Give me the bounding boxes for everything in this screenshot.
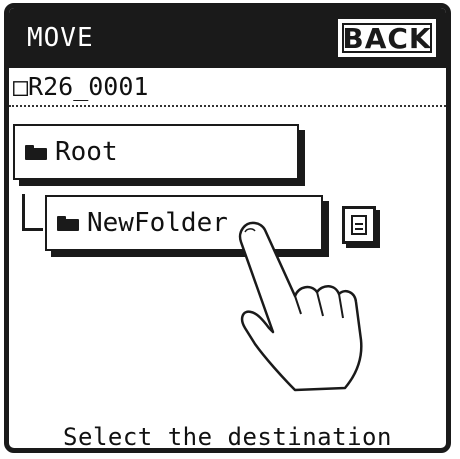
status-message: Select the destination — [63, 423, 392, 451]
folder-icon — [57, 215, 79, 231]
folder-icon — [25, 144, 47, 160]
back-button[interactable]: BACK — [338, 19, 436, 57]
folder-label-newfolder: NewFolder — [87, 208, 228, 238]
header-bar: MOVE BACK — [9, 8, 446, 68]
filename-row: □R26_0001 — [9, 68, 446, 107]
folder-node-root[interactable]: Root — [13, 124, 299, 180]
page-title: MOVE — [27, 23, 94, 53]
move-screen: MOVE BACK □R26_0001 Root NewFolder Selec… — [4, 3, 451, 453]
tree-connector — [22, 194, 43, 231]
pointing-hand-icon — [238, 221, 363, 392]
back-button-label: BACK — [342, 21, 432, 55]
file-name: □R26_0001 — [13, 72, 149, 101]
folder-label-root: Root — [55, 137, 118, 167]
